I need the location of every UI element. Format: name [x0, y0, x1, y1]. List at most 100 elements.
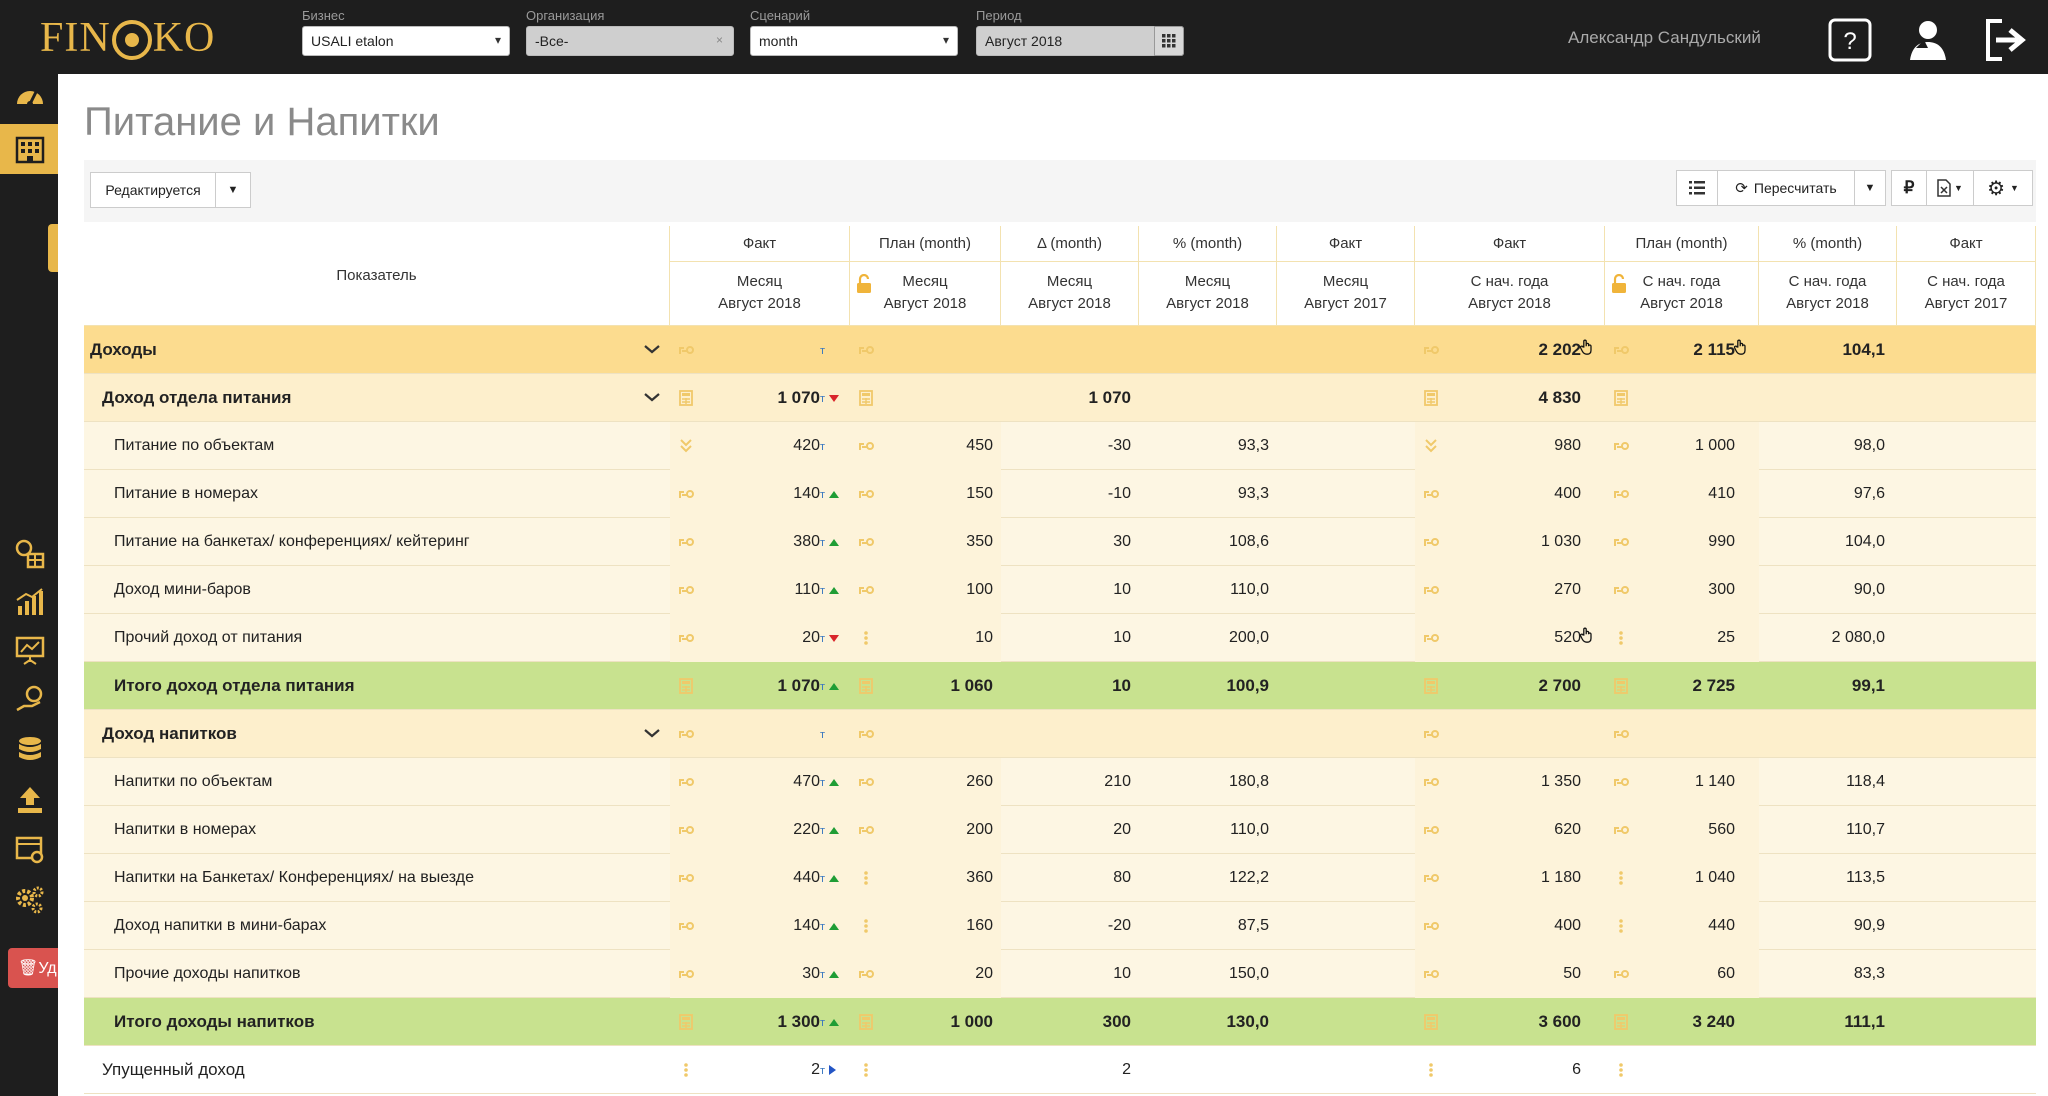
value-cell[interactable]	[1277, 1046, 1415, 1094]
column-header-top[interactable]: % (month)	[1139, 226, 1277, 262]
value-cell[interactable]: 10	[1001, 662, 1139, 710]
value-cell[interactable]	[1897, 566, 2036, 614]
table-row[interactable]: Напитки на Банкетах/ Конференциях/ на вы…	[84, 854, 2036, 902]
sidebar-item-database[interactable]	[14, 734, 46, 766]
value-cell[interactable]	[1277, 758, 1415, 806]
scenario-select[interactable]: month ▾	[750, 26, 958, 56]
value-cell[interactable]: 93,3	[1139, 422, 1277, 470]
value-cell[interactable]	[1759, 374, 1897, 422]
sidebar-item-coins[interactable]	[14, 538, 46, 570]
value-cell[interactable]: 160	[850, 902, 1001, 950]
value-cell[interactable]	[1759, 1046, 1897, 1094]
value-cell[interactable]: 100,9	[1139, 662, 1277, 710]
value-cell[interactable]	[1139, 1046, 1277, 1094]
value-cell[interactable]: 1 000	[1605, 422, 1759, 470]
value-cell[interactable]	[1897, 806, 2036, 854]
value-cell[interactable]: 400	[1415, 902, 1605, 950]
value-cell[interactable]	[1277, 326, 1415, 374]
hand-pointer-icon[interactable]	[1579, 339, 1595, 355]
organization-select[interactable]: -Все- ×	[526, 26, 734, 56]
value-cell[interactable]	[1415, 710, 1605, 758]
table-row[interactable]: Доход мини-баров 110 т 100 10 110,0 270 300 90,0	[84, 566, 2036, 614]
value-cell[interactable]: 260	[850, 758, 1001, 806]
sidebar-item-presentation[interactable]	[14, 634, 46, 666]
table-row[interactable]: Напитки в номерах 220 т 200 20 110,0 620 560 110…	[84, 806, 2036, 854]
value-cell[interactable]	[1897, 518, 2036, 566]
value-cell[interactable]: 1 040	[1605, 854, 1759, 902]
value-cell[interactable]	[1897, 902, 2036, 950]
value-cell[interactable]: 93,3	[1139, 470, 1277, 518]
value-cell[interactable]: 2 080,0	[1759, 614, 1897, 662]
logout-button[interactable]	[1984, 18, 2028, 62]
table-row[interactable]: Доход напитков т	[84, 710, 2036, 758]
value-cell[interactable]: 150	[850, 470, 1001, 518]
help-button[interactable]: ?	[1828, 18, 1872, 62]
value-cell[interactable]: 10	[1001, 950, 1139, 998]
value-cell[interactable]: 1 060	[850, 662, 1001, 710]
value-cell[interactable]: 560	[1605, 806, 1759, 854]
value-cell[interactable]	[1897, 998, 2036, 1046]
value-cell[interactable]	[1001, 326, 1139, 374]
value-cell[interactable]: 2 700	[1415, 662, 1605, 710]
value-cell[interactable]: 1 000	[850, 998, 1001, 1046]
value-cell[interactable]	[1277, 950, 1415, 998]
value-cell[interactable]: 300	[1605, 566, 1759, 614]
sidebar-collapse-tab[interactable]	[48, 224, 58, 272]
value-cell[interactable]	[1897, 710, 2036, 758]
table-row[interactable]: Упущенный доход 2 т 2 6	[84, 1046, 2036, 1094]
value-cell[interactable]: 360	[850, 854, 1001, 902]
value-cell[interactable]	[1605, 374, 1759, 422]
export-excel-button[interactable]: ▼	[1926, 170, 1974, 206]
value-cell[interactable]	[850, 374, 1001, 422]
recalculate-button[interactable]: ⟳ Пересчитать	[1717, 170, 1855, 206]
table-row[interactable]: Доходы т 2 202 2 115 104,1	[84, 326, 2036, 374]
value-cell[interactable]: 118,4	[1759, 758, 1897, 806]
value-cell[interactable]	[1897, 758, 2036, 806]
value-cell[interactable]	[1139, 326, 1277, 374]
column-header-top[interactable]: План (month)	[1605, 226, 1759, 262]
value-cell[interactable]: 104,1	[1759, 326, 1897, 374]
sidebar-item-upload[interactable]	[14, 784, 46, 816]
value-cell[interactable]	[1897, 662, 2036, 710]
value-cell[interactable]: -30	[1001, 422, 1139, 470]
value-cell[interactable]: 1 180	[1415, 854, 1605, 902]
list-view-button[interactable]	[1676, 170, 1718, 206]
value-cell[interactable]: 99,1	[1759, 662, 1897, 710]
value-cell[interactable]: 110,7	[1759, 806, 1897, 854]
column-header-top[interactable]: Факт	[670, 226, 850, 262]
value-cell[interactable]: 2	[1001, 1046, 1139, 1094]
value-cell[interactable]: 180,8	[1139, 758, 1277, 806]
value-cell[interactable]: 10	[1001, 614, 1139, 662]
value-cell[interactable]	[1277, 614, 1415, 662]
column-header-top[interactable]: Факт	[1415, 226, 1605, 262]
value-cell[interactable]	[1277, 998, 1415, 1046]
value-cell[interactable]: 3 600	[1415, 998, 1605, 1046]
value-cell[interactable]: 2 725	[1605, 662, 1759, 710]
value-cell[interactable]	[1897, 950, 2036, 998]
hand-pointer-icon[interactable]	[1733, 339, 1749, 355]
value-cell[interactable]	[1277, 566, 1415, 614]
value-cell[interactable]	[1897, 374, 2036, 422]
value-cell[interactable]	[1139, 374, 1277, 422]
value-cell[interactable]: 440	[1605, 902, 1759, 950]
value-cell[interactable]: 200,0	[1139, 614, 1277, 662]
value-cell[interactable]: 113,5	[1759, 854, 1897, 902]
value-cell[interactable]: 20	[850, 950, 1001, 998]
chevron-down-icon[interactable]	[642, 387, 662, 407]
value-cell[interactable]: 110,0	[1139, 806, 1277, 854]
value-cell[interactable]: 110,0	[1139, 566, 1277, 614]
value-cell[interactable]	[1897, 326, 2036, 374]
value-cell[interactable]: 80	[1001, 854, 1139, 902]
value-cell[interactable]: 1 070	[1001, 374, 1139, 422]
column-header-top[interactable]: % (month)	[1759, 226, 1897, 262]
value-cell[interactable]	[1897, 854, 2036, 902]
table-row[interactable]: Доход отдела питания 1 070 т 1 070 4 830	[84, 374, 2036, 422]
edit-status-dropdown[interactable]: ▼	[215, 172, 251, 208]
chevron-down-icon[interactable]	[642, 339, 662, 359]
value-cell[interactable]	[1277, 662, 1415, 710]
value-cell[interactable]: 122,2	[1139, 854, 1277, 902]
period-input[interactable]: Август 2018	[976, 26, 1184, 56]
sidebar-item-settings[interactable]	[14, 884, 46, 916]
value-cell[interactable]: 990	[1605, 518, 1759, 566]
recalculate-dropdown[interactable]: ▼	[1854, 170, 1886, 206]
